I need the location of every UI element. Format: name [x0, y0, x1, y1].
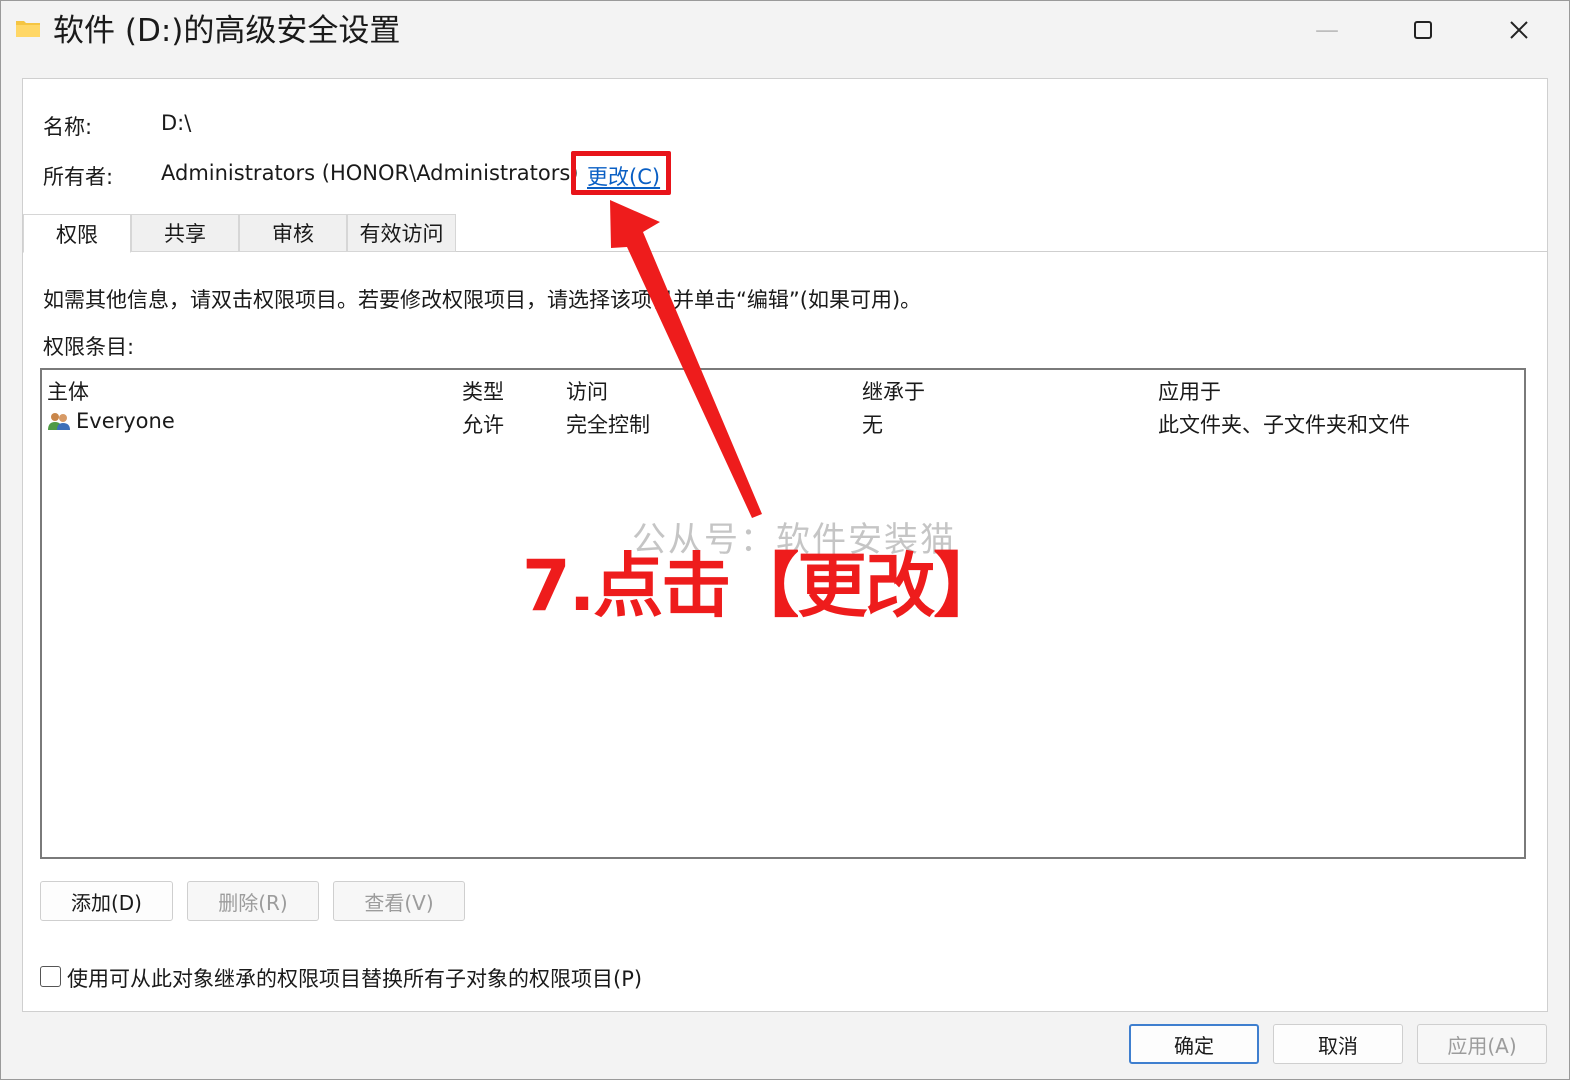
replace-child-permissions-checkbox[interactable]: [40, 966, 61, 987]
owner-value: Administrators (HONOR\Administrators): [161, 161, 579, 185]
row-type: 允许: [462, 413, 504, 437]
column-header-inherited-from[interactable]: 继承于: [862, 376, 925, 406]
users-icon: [48, 413, 70, 430]
add-button[interactable]: 添加(D): [40, 881, 173, 921]
maximize-button[interactable]: [1375, 1, 1471, 59]
name-value: D:\: [161, 111, 192, 135]
folder-icon: [16, 21, 40, 37]
tab-audit[interactable]: 审核: [239, 214, 347, 252]
window-title: 软件 (D:)的高级安全设置: [53, 13, 401, 49]
view-button[interactable]: 查看(V): [333, 881, 465, 921]
column-header-access[interactable]: 访问: [566, 376, 608, 406]
row-principal: Everyone: [76, 409, 175, 433]
close-button[interactable]: [1471, 1, 1567, 59]
step-instruction: 7.点击【更改】: [522, 545, 1003, 627]
column-header-principal[interactable]: 主体: [47, 376, 89, 406]
row-inherited-from: 无: [862, 413, 883, 437]
tab-permissions[interactable]: 权限: [23, 214, 131, 253]
minimize-icon: —: [1315, 16, 1339, 44]
minimize-button[interactable]: —: [1279, 1, 1375, 59]
apply-button[interactable]: 应用(A): [1417, 1024, 1547, 1064]
highlight-box: [571, 151, 671, 195]
tab-share[interactable]: 共享: [131, 214, 239, 252]
permissions-description: 如需其他信息，请双击权限项目。若要修改权限项目，请选择该项目并单击“编辑”(如果…: [43, 288, 922, 312]
permission-entries-label: 权限条目:: [43, 335, 135, 359]
owner-label: 所有者:: [43, 165, 114, 189]
column-header-applies-to[interactable]: 应用于: [1158, 376, 1221, 406]
remove-button[interactable]: 删除(R): [187, 881, 319, 921]
row-access: 完全控制: [566, 413, 650, 437]
cancel-button[interactable]: 取消: [1273, 1024, 1403, 1064]
column-header-type[interactable]: 类型: [462, 376, 504, 406]
tab-effective-access[interactable]: 有效访问: [347, 214, 456, 252]
close-icon: [1510, 21, 1528, 39]
title-bar[interactable]: 软件 (D:)的高级安全设置 —: [1, 1, 1569, 61]
ok-button[interactable]: 确定: [1129, 1024, 1259, 1064]
name-label: 名称:: [43, 115, 93, 139]
row-applies-to: 此文件夹、子文件夹和文件: [1158, 413, 1410, 437]
maximize-icon: [1414, 21, 1432, 39]
replace-child-permissions-label: 使用可从此对象继承的权限项目替换所有子对象的权限项目(P): [67, 967, 643, 991]
